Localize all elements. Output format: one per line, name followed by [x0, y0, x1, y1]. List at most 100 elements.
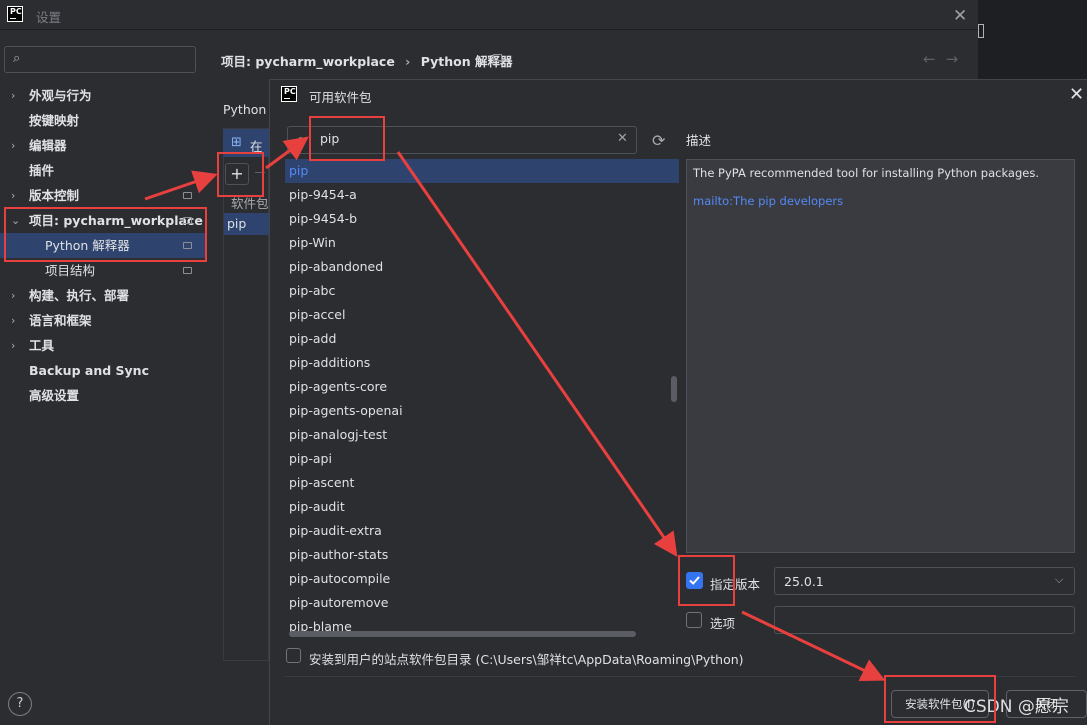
tab-label: 在 — [250, 139, 263, 154]
pin-icon — [183, 192, 192, 199]
package-icon: ⊞ — [231, 135, 242, 150]
package-list-item[interactable]: pip-ascent — [285, 471, 679, 495]
pycharm-logo: PC — [7, 6, 23, 22]
installed-package-row[interactable]: pip — [224, 213, 269, 235]
package-list-item[interactable]: pip-audit-extra — [285, 519, 679, 543]
package-list-item[interactable]: pip-abc — [285, 279, 679, 303]
pin-icon — [183, 242, 192, 249]
package-list-item[interactable]: pip-9454-b — [285, 207, 679, 231]
vertical-scrollbar[interactable] — [671, 376, 677, 402]
breadcrumb-separator: › — [405, 54, 411, 69]
sidebar-item[interactable]: › 构建、执行、部署 — [0, 283, 206, 308]
options-input[interactable] — [774, 606, 1075, 634]
close-icon[interactable]: ✕ — [953, 6, 967, 26]
sidebar-item-label: 按键映射 — [29, 113, 80, 128]
sidebar-item[interactable]: 项目结构 — [0, 258, 206, 283]
editor-background — [978, 0, 1087, 78]
refresh-icon[interactable]: ⟳ — [652, 131, 665, 150]
sidebar-item-label: 构建、执行、部署 — [29, 288, 130, 303]
sidebar-item[interactable]: 高级设置 — [0, 383, 206, 408]
package-list-item[interactable]: pip-add — [285, 327, 679, 351]
sidebar-item[interactable]: › 工具 — [0, 333, 206, 358]
sidebar-item-label: Backup and Sync — [29, 363, 149, 378]
sidebar-item-label: 工具 — [29, 338, 55, 353]
package-list-item[interactable]: pip-api — [285, 447, 679, 471]
package-list-item[interactable]: pip-autocompile — [285, 567, 679, 591]
chevron-down-icon[interactable]: ⌄ — [11, 208, 20, 233]
pin-icon[interactable] — [493, 54, 502, 61]
package-list-item[interactable]: pip-9454-a — [285, 183, 679, 207]
developer-link[interactable]: mailto:The pip developers — [693, 194, 843, 208]
sidebar-item[interactable]: Python 解释器 — [0, 233, 206, 258]
description-text: The PyPA recommended tool for installing… — [693, 166, 1039, 180]
horizontal-scrollbar[interactable] — [289, 631, 636, 637]
add-package-button[interactable]: + — [225, 163, 249, 185]
sidebar-item-label: 项目: pycharm_workplace — [29, 213, 203, 228]
package-list-item[interactable]: pip-autoremove — [285, 591, 679, 615]
settings-search-input[interactable]: ⌕ — [4, 46, 196, 73]
package-list-item[interactable]: pip-agents-core — [285, 375, 679, 399]
watermark: CSDN @愿宗 — [964, 697, 1069, 717]
sidebar-item[interactable]: Backup and Sync — [0, 358, 206, 383]
sidebar-item-label: 外观与行为 — [29, 88, 92, 103]
sidebar-item[interactable]: 插件 — [0, 158, 206, 183]
package-list-item[interactable]: pip-agents-openai — [285, 399, 679, 423]
package-list-item[interactable]: pip-accel — [285, 303, 679, 327]
column-header-package: 软件包 — [231, 196, 269, 211]
dialog-title: 可用软件包 — [309, 90, 372, 105]
sidebar-item-label: 项目结构 — [45, 263, 96, 278]
sidebar-item[interactable]: › 版本控制 — [0, 183, 206, 208]
sidebar-item-label: 语言和框架 — [29, 313, 92, 328]
package-list: pip pip-9454-a pip-9454-b pip-Win pip-abando… — [285, 159, 679, 639]
specify-version-checkbox[interactable] — [686, 572, 703, 589]
description-label: 描述 — [686, 133, 712, 148]
package-search-input[interactable]: ⌕ — [287, 126, 637, 154]
package-list-item[interactable]: pip-audit — [285, 495, 679, 519]
sidebar-item[interactable]: ⌄ 项目: pycharm_workplace — [0, 208, 206, 233]
pycharm-logo: PC — [281, 86, 297, 102]
version-value: 25.0.1 — [784, 574, 824, 589]
options-checkbox[interactable] — [686, 612, 702, 628]
close-icon[interactable]: ✕ — [1069, 84, 1084, 105]
package-list-item[interactable]: pip-abandoned — [285, 255, 679, 279]
sidebar-item-label: 高级设置 — [29, 388, 80, 403]
sidebar-item[interactable]: › 外观与行为 — [0, 83, 206, 108]
chevron-right-icon[interactable]: › — [11, 308, 15, 333]
sidebar-item-label: Python 解释器 — [45, 238, 130, 253]
breadcrumb-project[interactable]: 项目: pycharm_workplace — [221, 54, 395, 69]
sidebar-item-label: 版本控制 — [29, 188, 80, 203]
sidebar-item[interactable]: › 语言和框架 — [0, 308, 206, 333]
sidebar-item[interactable]: › 编辑器 — [0, 133, 206, 158]
pin-icon — [183, 267, 192, 274]
chevron-down-icon[interactable]: ⌵ — [1055, 573, 1063, 587]
help-button[interactable]: ? — [8, 692, 32, 716]
back-forward-icons[interactable]: ←→ — [923, 50, 968, 68]
chevron-right-icon[interactable]: › — [11, 133, 15, 158]
options-label: 选项 — [710, 616, 736, 631]
package-search-value[interactable]: pip — [320, 131, 339, 146]
specify-version-label: 指定版本 — [710, 577, 761, 592]
tab-installed[interactable]: ⊞ 在 — [223, 129, 269, 157]
user-site-label: 安装到用户的站点软件包目录 (C:\Users\邹祥tc\AppData\Roa… — [309, 652, 744, 667]
chevron-right-icon[interactable]: › — [11, 283, 15, 308]
package-list-item[interactable]: pip-additions — [285, 351, 679, 375]
sidebar-item[interactable]: 按键映射 — [0, 108, 206, 133]
search-icon: ⌕ — [297, 132, 305, 147]
package-list-item[interactable]: pip — [285, 159, 679, 183]
clear-search-icon[interactable]: ✕ — [617, 131, 628, 146]
package-list-item[interactable]: pip-Win — [285, 231, 679, 255]
check-icon — [689, 576, 700, 585]
package-list-item[interactable]: pip-author-stats — [285, 543, 679, 567]
description-panel — [686, 159, 1075, 553]
package-list-item[interactable]: pip-analogj-test — [285, 423, 679, 447]
chevron-right-icon[interactable]: › — [11, 333, 15, 358]
divider — [285, 676, 1075, 677]
pin-icon — [183, 217, 192, 224]
chevron-right-icon[interactable]: › — [11, 83, 15, 108]
chevron-right-icon[interactable]: › — [11, 183, 15, 208]
sidebar-item-label: 编辑器 — [29, 138, 67, 153]
editor-glyph-icon — [978, 24, 984, 38]
remove-package-button[interactable] — [255, 172, 265, 173]
user-site-checkbox[interactable] — [286, 648, 301, 663]
window-title: 设置 — [36, 10, 62, 25]
